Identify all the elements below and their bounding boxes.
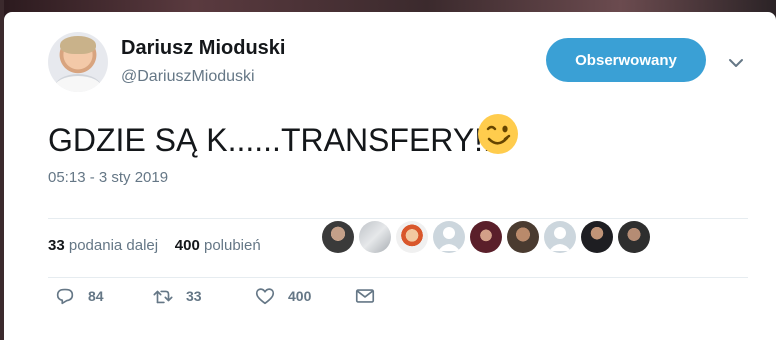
- like-count: 400: [288, 288, 312, 304]
- author-handle[interactable]: @DariuszMioduski: [121, 68, 255, 86]
- likes-count: 400: [174, 237, 200, 254]
- default-avatar-icon[interactable]: [544, 221, 576, 253]
- liker-avatar[interactable]: [470, 221, 502, 253]
- direct-message-button[interactable]: [354, 284, 376, 308]
- divider: [48, 277, 748, 278]
- likers-avatar-list: [322, 221, 650, 253]
- avatar-hair: [60, 36, 96, 54]
- author-name[interactable]: Dariusz Mioduski: [121, 37, 285, 60]
- chevron-down-icon[interactable]: [728, 55, 744, 71]
- retweets-count: 33: [48, 237, 65, 254]
- retweets-label: podania dalej: [68, 237, 159, 254]
- reply-icon: [56, 288, 74, 305]
- winking-face-emoji-icon: [478, 114, 518, 154]
- avatar-shirt: [54, 74, 102, 92]
- envelope-icon: [355, 289, 375, 303]
- reply-count: 84: [88, 288, 104, 304]
- retweet-icon: [153, 290, 173, 304]
- heart-icon: [255, 288, 275, 305]
- tweet-timestamp[interactable]: 05:13 - 3 sty 2019: [48, 169, 168, 186]
- following-button[interactable]: Obserwowany: [546, 38, 706, 82]
- author-avatar[interactable]: [48, 32, 108, 92]
- liker-avatar[interactable]: [322, 221, 354, 253]
- liker-avatar[interactable]: [359, 221, 391, 253]
- tweet-text: GDZIE SĄ K......TRANSFERY!!!: [48, 122, 501, 158]
- liker-avatar[interactable]: [618, 221, 650, 253]
- liker-avatar[interactable]: [507, 221, 539, 253]
- like-button[interactable]: 400: [254, 284, 311, 308]
- default-avatar-icon[interactable]: [433, 221, 465, 253]
- retweet-count: 33: [186, 288, 202, 304]
- likes-label: polubień: [203, 237, 261, 254]
- divider: [48, 218, 748, 219]
- engagement-stats[interactable]: 33 podania dalej 400 polubień: [48, 237, 261, 254]
- liker-avatar[interactable]: [581, 221, 613, 253]
- reply-button[interactable]: 84: [54, 284, 104, 308]
- liker-avatar[interactable]: [396, 221, 428, 253]
- retweet-button[interactable]: 33: [152, 284, 202, 308]
